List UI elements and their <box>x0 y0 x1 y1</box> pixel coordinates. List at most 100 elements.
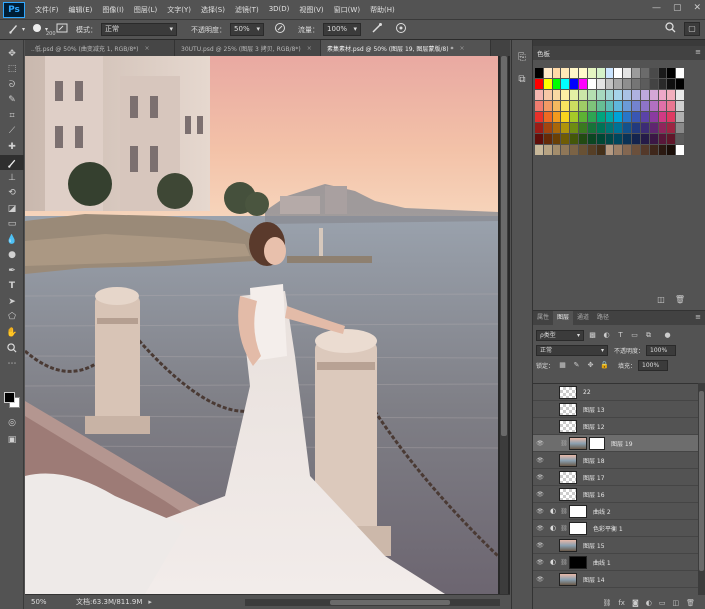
color-swatch[interactable] <box>605 68 614 78</box>
color-swatch[interactable] <box>561 79 570 89</box>
color-swatch[interactable] <box>543 90 552 100</box>
layer-row[interactable]: 👁 ◐ ⛓ 曲线 1 <box>533 554 698 571</box>
color-swatch[interactable] <box>605 123 614 133</box>
layer-row[interactable]: 👁 ⛓ 图层 19 <box>533 435 698 452</box>
eye-icon[interactable]: 👁 <box>533 559 547 566</box>
color-swatch[interactable] <box>535 112 543 122</box>
color-swatch[interactable] <box>535 134 543 144</box>
color-swatch[interactable] <box>596 112 605 122</box>
history-brush-tool-icon[interactable]: ⟲ <box>0 186 24 202</box>
close-icon[interactable]: × <box>145 45 150 52</box>
color-swatch[interactable] <box>614 134 623 144</box>
color-swatch[interactable] <box>587 112 596 122</box>
color-swatch[interactable] <box>543 112 552 122</box>
adjustment-filter-icon[interactable]: ◐ <box>601 330 612 341</box>
color-swatch[interactable] <box>605 90 614 100</box>
zoom-level[interactable]: 50% <box>31 598 61 606</box>
document-tab[interactable]: ..低.psd @ 50% (曲变减充 1, RGB/8*) × <box>25 40 175 56</box>
color-swatch[interactable] <box>632 68 640 78</box>
document-canvas[interactable] <box>25 56 498 594</box>
eye-icon[interactable]: 👁 <box>533 525 547 532</box>
layer-row[interactable]: 图层 13 <box>533 401 698 418</box>
shape-filter-icon[interactable]: ▭ <box>629 330 640 341</box>
color-swatch[interactable] <box>596 134 605 144</box>
color-swatch[interactable] <box>579 112 587 122</box>
color-swatch[interactable] <box>667 123 676 133</box>
color-swatch[interactable] <box>587 101 596 111</box>
menu-item[interactable]: 图层(L) <box>134 5 157 15</box>
gradient-tool-icon[interactable]: ▭ <box>0 217 24 233</box>
color-swatch[interactable] <box>623 79 632 89</box>
color-swatch[interactable] <box>614 112 623 122</box>
menu-item[interactable]: 文字(Y) <box>167 5 191 15</box>
tab-paths[interactable]: 路径 <box>593 311 613 325</box>
blend-mode-select[interactable]: 正常 ▾ <box>536 345 608 356</box>
color-swatch[interactable] <box>561 112 570 122</box>
eyedropper-tool-icon[interactable]: ⟋ <box>0 124 24 140</box>
pressure-opacity-icon[interactable] <box>274 22 286 37</box>
color-swatch[interactable] <box>596 145 605 155</box>
layer-mask-thumbnail[interactable] <box>589 436 605 450</box>
color-swatch[interactable] <box>570 68 579 78</box>
tab-properties[interactable]: 属性 <box>533 311 553 325</box>
color-swatch[interactable] <box>543 123 552 133</box>
color-swatch[interactable] <box>623 123 632 133</box>
color-swatch[interactable] <box>605 145 614 155</box>
color-swatch[interactable] <box>649 134 658 144</box>
color-swatch[interactable] <box>649 123 658 133</box>
workspace-switcher-icon[interactable]: ▢ <box>684 22 700 36</box>
color-swatch[interactable] <box>667 68 676 78</box>
color-swatch[interactable] <box>623 90 632 100</box>
zoom-tool-icon[interactable] <box>0 341 24 357</box>
eye-icon[interactable]: 👁 <box>533 474 547 481</box>
dodge-tool-icon[interactable]: ● <box>0 248 24 264</box>
search-icon[interactable] <box>665 22 676 36</box>
color-swatch[interactable] <box>623 112 632 122</box>
healing-brush-tool-icon[interactable]: ✚ <box>0 139 24 155</box>
layer-opacity-input[interactable]: 100% <box>646 345 677 356</box>
layer-row[interactable]: 👁 图层 18 <box>533 452 698 469</box>
add-mask-icon[interactable]: ◙ <box>632 599 639 607</box>
color-swatch[interactable] <box>579 68 587 78</box>
color-swatch[interactable] <box>587 134 596 144</box>
color-swatch[interactable] <box>535 90 543 100</box>
color-swatch[interactable] <box>535 101 543 111</box>
color-swatch[interactable] <box>587 123 596 133</box>
menu-item[interactable]: 编辑(E) <box>69 5 93 15</box>
color-swatch[interactable] <box>552 112 561 122</box>
color-swatch[interactable] <box>543 101 552 111</box>
menu-item[interactable]: 图像(I) <box>102 5 124 15</box>
color-swatch[interactable] <box>587 79 596 89</box>
color-swatch[interactable] <box>570 134 579 144</box>
maximize-icon[interactable]: ▢ <box>673 3 682 13</box>
smart-object-filter-icon[interactable]: ⧉ <box>643 330 654 341</box>
layer-thumbnail[interactable] <box>559 419 577 433</box>
color-swatch[interactable] <box>649 79 658 89</box>
color-swatch[interactable] <box>658 145 667 155</box>
chevron-down-icon[interactable]: ▾ <box>22 26 25 33</box>
menu-item[interactable]: 滤镜(T) <box>235 5 259 15</box>
menu-item[interactable]: 文件(F) <box>35 5 59 15</box>
color-swatch[interactable] <box>632 145 640 155</box>
clone-stamp-tool-icon[interactable]: ⊥ <box>0 170 24 186</box>
color-swatch[interactable] <box>579 79 587 89</box>
properties-panel-icon[interactable]: ⧉ <box>512 68 532 90</box>
eye-icon[interactable]: 👁 <box>533 440 547 447</box>
pressure-size-icon[interactable] <box>395 22 407 37</box>
color-swatch[interactable] <box>579 101 587 111</box>
color-swatch[interactable] <box>570 79 579 89</box>
foreground-color-swatch[interactable] <box>4 392 15 403</box>
color-swatch[interactable] <box>587 68 596 78</box>
color-swatch[interactable] <box>561 134 570 144</box>
marquee-tool-icon[interactable]: ⬚ <box>0 62 24 78</box>
color-swatch[interactable] <box>676 90 685 100</box>
layer-thumbnail[interactable] <box>559 385 577 399</box>
menu-item[interactable]: 视图(V) <box>299 5 323 15</box>
horizontal-scroll-thumb[interactable] <box>330 600 450 605</box>
close-icon[interactable]: × <box>460 45 465 52</box>
color-swatch[interactable] <box>632 101 640 111</box>
color-swatch[interactable] <box>579 145 587 155</box>
color-swatch[interactable] <box>649 68 658 78</box>
canvas-area[interactable] <box>25 56 510 594</box>
layer-row[interactable]: 👁 图层 15 <box>533 537 698 554</box>
